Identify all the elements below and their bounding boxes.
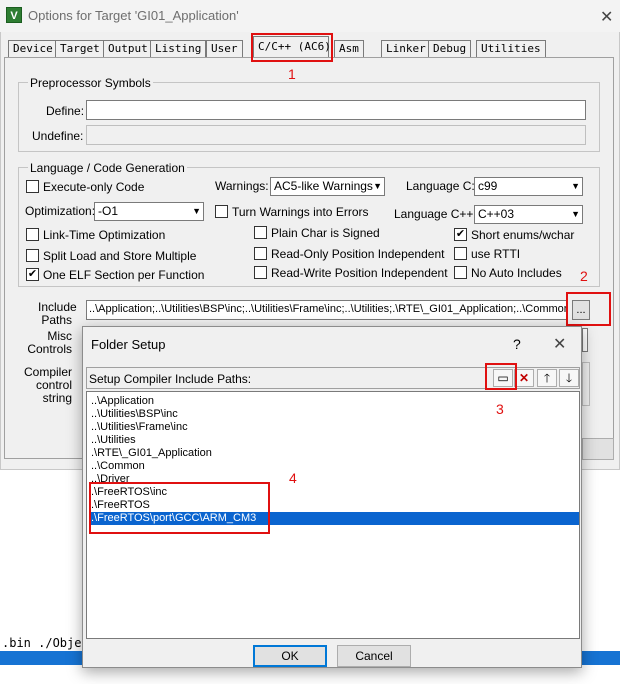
include-paths-input[interactable]: ..\Application;..\Utilities\BSP\inc;..\U… (86, 300, 568, 320)
language-cpp-label: Language C++: (394, 207, 477, 221)
list-item[interactable]: ..\Utilities\BSP\inc (89, 408, 579, 421)
annotation-number-2: 2 (580, 268, 588, 284)
include-paths-label-line2: Paths (41, 313, 72, 327)
window-close-icon[interactable]: ✕ (600, 7, 613, 27)
tab-user[interactable]: User (206, 40, 243, 57)
plain-char-label: Plain Char is Signed (271, 226, 380, 240)
annotation-number-3: 3 (496, 401, 504, 417)
window-titlebar: V Options for Target 'GI01_Application' … (0, 0, 620, 32)
dialog-toolbar-label: Setup Compiler Include Paths: (89, 372, 252, 386)
annotation-box-3 (485, 363, 517, 390)
language-c-value: c99 (478, 179, 498, 193)
optimization-select[interactable]: -O1 ▼ (94, 202, 204, 221)
misc-controls-input[interactable] (582, 328, 588, 352)
optimization-value: -O1 (98, 204, 119, 218)
tab-device[interactable]: Device (8, 40, 58, 57)
no-auto-includes-label: No Auto Includes (471, 266, 562, 280)
annotation-box-4 (89, 482, 270, 534)
warnings-value: AC5-like Warnings (274, 179, 373, 193)
ok-button[interactable]: OK (253, 645, 327, 667)
warnings-label: Warnings: (215, 179, 269, 193)
window-button-edge[interactable] (582, 438, 614, 460)
tab-listing[interactable]: Listing (150, 40, 207, 57)
compiler-control-string (582, 362, 590, 406)
cancel-button[interactable]: Cancel (337, 645, 411, 667)
chevron-down-icon: ▼ (373, 181, 382, 191)
list-item[interactable]: ..\Common (89, 460, 579, 473)
preprocessor-group-label: Preprocessor Symbols (28, 76, 153, 90)
turn-warnings-checkbox[interactable] (215, 205, 228, 218)
misc-controls-label-line2: Controls (27, 342, 72, 356)
list-item[interactable]: ..\Utilities\Frame\inc (89, 421, 579, 434)
undefine-label: Undefine: (32, 129, 84, 143)
tab-asm[interactable]: Asm (334, 40, 364, 57)
chevron-down-icon: ▼ (571, 209, 580, 219)
link-time-checkbox[interactable] (26, 228, 39, 241)
list-item[interactable]: .\RTE\_GI01_Application (89, 447, 579, 460)
ro-pi-checkbox[interactable] (254, 247, 267, 260)
rw-pi-checkbox[interactable] (254, 266, 267, 279)
link-time-label: Link-Time Optimization (43, 228, 166, 242)
tab-linker[interactable]: Linker (381, 40, 431, 57)
undefine-input[interactable] (86, 125, 586, 145)
dialog-close-icon[interactable]: ✕ (553, 334, 566, 354)
execute-only-checkbox[interactable] (26, 180, 39, 193)
window-title: Options for Target 'GI01_Application' (28, 8, 239, 23)
language-c-label: Language C: (406, 179, 475, 193)
help-icon[interactable]: ? (513, 336, 521, 352)
console-output: .bin ./Obje (2, 636, 82, 650)
rw-pi-label: Read-Write Position Independent (271, 266, 448, 280)
list-item[interactable]: ..\Utilities (89, 434, 579, 447)
define-input[interactable] (86, 100, 586, 120)
move-up-icon[interactable]: 🡑 (537, 369, 557, 387)
tab-target[interactable]: Target (55, 40, 105, 57)
chevron-down-icon: ▼ (571, 181, 580, 191)
turn-warnings-label: Turn Warnings into Errors (232, 205, 369, 219)
annotation-box-2 (566, 292, 611, 326)
annotation-number-4: 4 (289, 470, 297, 486)
keil-uvision-icon: V (6, 7, 22, 23)
compiler-label-line3: string (42, 391, 72, 405)
include-paths-label-line1: Include (38, 300, 77, 314)
split-load-label: Split Load and Store Multiple (43, 249, 197, 263)
execute-only-label: Execute-only Code (43, 180, 145, 194)
misc-controls-label-line1: Misc (47, 329, 72, 343)
tab-debug[interactable]: Debug (428, 40, 472, 57)
warnings-select[interactable]: AC5-like Warnings ▼ (270, 177, 385, 196)
no-auto-includes-checkbox[interactable] (454, 266, 467, 279)
one-elf-label: One ELF Section per Function (43, 268, 205, 282)
compiler-label-line1: Compiler (24, 365, 73, 379)
list-item[interactable]: ..\Application (89, 395, 579, 408)
annotation-number-1: 1 (288, 66, 296, 82)
ro-pi-label: Read-Only Position Independent (271, 247, 445, 261)
use-rtti-label: use RTTI (471, 247, 521, 261)
split-load-checkbox[interactable] (26, 249, 39, 262)
one-elf-checkbox[interactable]: ✔ (26, 268, 39, 281)
chevron-down-icon: ▼ (192, 206, 201, 216)
move-down-icon[interactable]: 🡓 (559, 369, 579, 387)
short-enums-checkbox[interactable]: ✔ (454, 228, 467, 241)
annotation-box-1 (251, 33, 333, 62)
tab-utilities[interactable]: Utilities (476, 40, 546, 57)
compiler-label-line2: control (35, 378, 72, 392)
language-cpp-value: C++03 (478, 207, 515, 221)
use-rtti-checkbox[interactable] (454, 247, 467, 260)
dialog-title: Folder Setup (91, 337, 166, 352)
optimization-label: Optimization: (25, 204, 96, 218)
define-label: Define: (46, 104, 85, 118)
language-group-label: Language / Code Generation (28, 161, 187, 175)
language-c-select[interactable]: c99 ▼ (474, 177, 583, 196)
tab-output[interactable]: Output (103, 40, 153, 57)
delete-icon[interactable]: ✕ (514, 369, 534, 387)
plain-char-checkbox[interactable] (254, 226, 267, 239)
short-enums-label: Short enums/wchar (471, 228, 575, 242)
language-cpp-select[interactable]: C++03 ▼ (474, 205, 583, 224)
